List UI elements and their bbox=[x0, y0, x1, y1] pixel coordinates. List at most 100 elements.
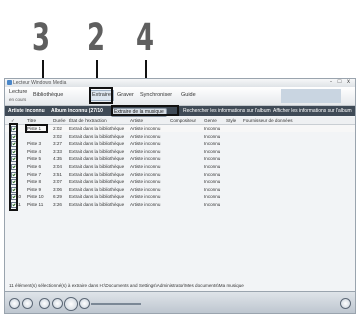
cell-artist: Artiste inconnu bbox=[130, 179, 161, 185]
cell-title: Piste 3 bbox=[27, 141, 42, 147]
cell-status: Extrait dans la bibliothèque bbox=[69, 156, 125, 162]
tab-bar: Lecture en cours Bibliothèque Extraire G… bbox=[5, 87, 355, 106]
table-row[interactable]: 11 Piste 11 3:26 Extrait dans la bibliothèq… bbox=[5, 201, 355, 208]
cell-duration: 3:51 bbox=[53, 171, 62, 177]
cell-title: Piste 10 bbox=[27, 194, 44, 200]
table-row[interactable]: Piste 7 3:51 Extrait dans la bibliothèque A… bbox=[5, 171, 355, 178]
cell-status: Extrait dans la bibliothèque bbox=[69, 186, 125, 192]
cell-genre: Inconnu bbox=[204, 141, 221, 147]
cell-genre: Inconnu bbox=[204, 186, 221, 192]
table-row[interactable]: Piste 8 3:07 Extrait dans la bibliothèque A… bbox=[5, 178, 355, 186]
col-provider[interactable]: Fournisseur de données bbox=[243, 118, 293, 123]
repeat-button[interactable] bbox=[22, 298, 33, 309]
table-row[interactable]: Piste 5 4:35 Extrait dans la bibliothèque A… bbox=[5, 155, 355, 163]
callout-4: 4 bbox=[136, 16, 155, 59]
cell-artist: Artiste inconnu bbox=[130, 202, 161, 207]
title-bar: Lecteur Windows Media - □ x bbox=[5, 79, 355, 87]
cell-artist: Artiste inconnu bbox=[130, 141, 161, 147]
col-composer[interactable]: Compositeur bbox=[170, 118, 196, 123]
cell-status: Extrait dans la bibliothèque bbox=[69, 171, 125, 177]
table-row[interactable]: Piste 6 3:04 Extrait dans la bibliothèque A… bbox=[5, 163, 355, 170]
cell-status: Extrait dans la bibliothèque bbox=[69, 202, 125, 207]
highlight-stop-rip bbox=[111, 105, 179, 116]
cell-title: Piste 11 bbox=[27, 202, 44, 207]
cell-duration: 3:07 bbox=[53, 179, 62, 185]
callout-2: 2 bbox=[87, 16, 106, 59]
cell-duration: 3:26 bbox=[53, 202, 62, 207]
table-row[interactable]: Piste 9 3:06 Extrait dans la bibliothèque A… bbox=[5, 186, 355, 193]
col-style[interactable]: Style bbox=[226, 118, 236, 123]
col-title[interactable]: Titre bbox=[27, 118, 36, 123]
cell-genre: Inconnu bbox=[204, 156, 221, 162]
cell-title: Piste 8 bbox=[27, 179, 42, 185]
cell-genre: Inconnu bbox=[204, 194, 221, 200]
table-row[interactable]: Piste 1 2:02 Extrait dans la bibliothèque A… bbox=[5, 125, 355, 132]
volume-slider[interactable] bbox=[91, 303, 141, 305]
show-album-info-link[interactable]: Afficher les informations sur l'album bbox=[273, 108, 352, 114]
cell-artist: Artiste inconnu bbox=[130, 148, 161, 154]
status-text: 11 élément(s) sélectionné(s) à extraire … bbox=[9, 283, 244, 288]
table-row[interactable]: 3:02 Extrait dans la bibliothèque Artiste … bbox=[5, 133, 355, 140]
cell-title: Piste 5 bbox=[27, 156, 42, 162]
cell-duration: 3:33 bbox=[53, 148, 62, 154]
tab-burn[interactable]: Graver bbox=[117, 92, 134, 99]
cell-artist: Artiste inconnu bbox=[130, 156, 161, 162]
cell-artist: Artiste inconnu bbox=[130, 171, 161, 177]
cell-genre: Inconnu bbox=[204, 164, 221, 169]
callout-3: 3 bbox=[32, 16, 51, 59]
cell-duration: 3:06 bbox=[53, 186, 62, 192]
player-controls bbox=[5, 291, 355, 313]
table-row[interactable]: 10 Piste 10 6:29 Extrait dans la bibliothèq… bbox=[5, 193, 355, 201]
highlight-checkboxes bbox=[9, 123, 18, 211]
cell-duration: 6:29 bbox=[53, 194, 62, 200]
cell-title: Piste 9 bbox=[27, 186, 42, 192]
switch-view-button[interactable] bbox=[340, 298, 351, 309]
table-row[interactable]: Piste 3 3:27 Extrait dans la bibliothèque A… bbox=[5, 140, 355, 148]
cell-duration: 3:04 bbox=[53, 164, 62, 169]
cell-genre: Inconnu bbox=[204, 148, 221, 154]
cell-title: Piste 4 bbox=[27, 148, 42, 154]
media-player-window: Lecteur Windows Media - □ x Lecture en c… bbox=[4, 78, 356, 314]
window-controls[interactable]: - □ x bbox=[330, 79, 352, 85]
cell-duration: 2:02 bbox=[53, 126, 62, 131]
cell-artist: Artiste inconnu bbox=[130, 126, 161, 131]
table-row[interactable]: Piste 4 3:33 Extrait dans la bibliothèque A… bbox=[5, 148, 355, 155]
cell-artist: Artiste inconnu bbox=[130, 164, 161, 169]
cell-artist: Artiste inconnu bbox=[130, 133, 161, 139]
tab-library[interactable]: Bibliothèque bbox=[33, 92, 63, 99]
cell-status: Extrait dans la bibliothèque bbox=[69, 179, 125, 185]
album-label: Album inconnu (27/10 bbox=[51, 108, 103, 114]
cell-title: Piste 7 bbox=[27, 171, 42, 177]
cell-genre: Inconnu bbox=[204, 171, 221, 177]
highlight-track-1 bbox=[25, 124, 48, 133]
tab-now-playing[interactable]: Lecture en cours bbox=[9, 89, 27, 103]
highlight-tab-rip bbox=[89, 87, 113, 104]
stop-button[interactable] bbox=[39, 298, 50, 309]
tab-guide[interactable]: Guide bbox=[181, 92, 196, 99]
play-button[interactable] bbox=[64, 297, 78, 311]
col-artist[interactable]: Artiste bbox=[130, 118, 143, 123]
cell-status: Extrait dans la bibliothèque bbox=[69, 141, 125, 147]
shuffle-button[interactable] bbox=[9, 298, 20, 309]
cell-genre: Inconnu bbox=[204, 133, 221, 139]
status-bar: 11 élément(s) sélectionné(s) à extraire … bbox=[5, 282, 355, 290]
find-album-info-link[interactable]: Rechercher les informations sur l'album bbox=[183, 108, 271, 114]
cell-status: Extrait dans la bibliothèque bbox=[69, 194, 125, 200]
artist-label: Artiste inconnu bbox=[8, 108, 45, 114]
cell-genre: Inconnu bbox=[204, 126, 221, 131]
next-button[interactable] bbox=[79, 298, 90, 309]
cell-status: Extrait dans la bibliothèque bbox=[69, 148, 125, 154]
tab-sync[interactable]: Synchroniser bbox=[140, 92, 172, 99]
col-status[interactable]: État de l'extraction bbox=[69, 118, 107, 123]
cell-artist: Artiste inconnu bbox=[130, 194, 161, 200]
cell-title: Piste 6 bbox=[27, 164, 42, 169]
rip-toolbar: Artiste inconnu Album inconnu (27/10 Ext… bbox=[5, 106, 355, 117]
media-player-icon bbox=[7, 80, 12, 85]
col-duration[interactable]: Durée bbox=[53, 118, 66, 123]
cell-status: Extrait dans la bibliothèque bbox=[69, 133, 125, 139]
cell-status: Extrait dans la bibliothèque bbox=[69, 126, 125, 131]
previous-button[interactable] bbox=[52, 298, 63, 309]
col-genre[interactable]: Genre bbox=[204, 118, 217, 123]
cell-genre: Inconnu bbox=[204, 202, 221, 207]
window-title: Lecteur Windows Media bbox=[13, 80, 67, 86]
